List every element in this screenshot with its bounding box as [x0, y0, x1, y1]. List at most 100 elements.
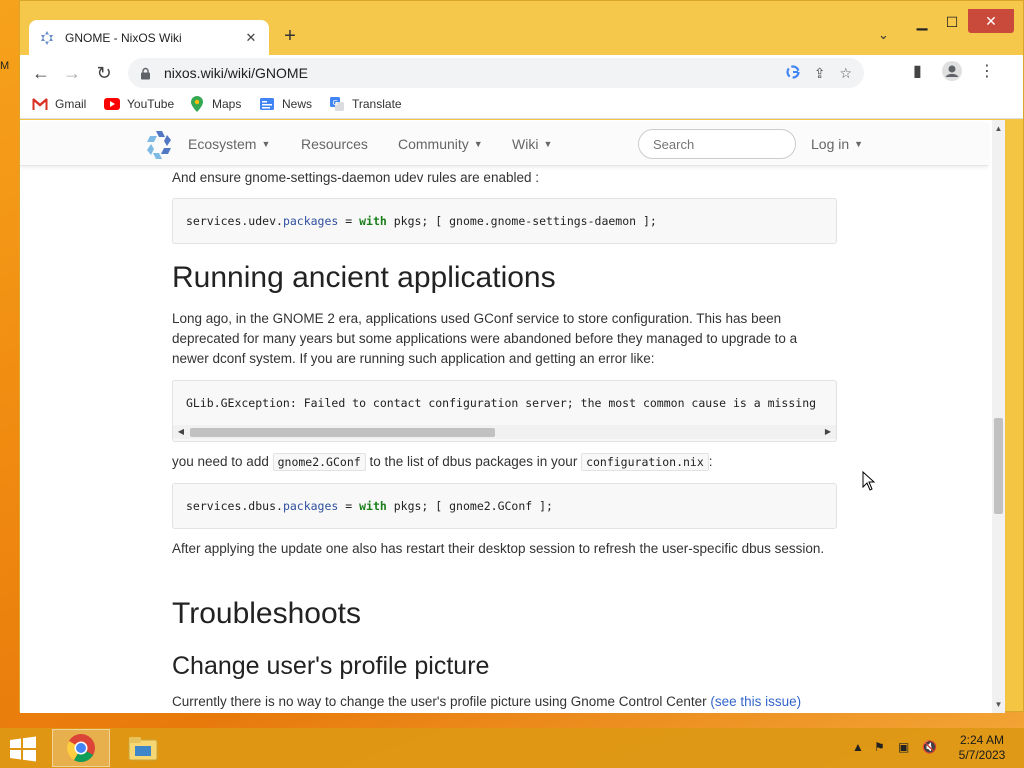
- code-token: =: [338, 214, 360, 228]
- nav-label: Log in: [811, 136, 850, 152]
- tab-close-icon[interactable]: ✕: [243, 30, 259, 46]
- nixos-favicon-icon: [39, 30, 55, 46]
- scroll-up-arrow-icon[interactable]: ▲: [992, 124, 1005, 133]
- code-token-keyword: with: [359, 214, 387, 228]
- nixos-logo-icon[interactable]: [143, 129, 175, 161]
- youtube-icon: [104, 96, 120, 112]
- tab-gnome-nixos-wiki[interactable]: GNOME - NixOS Wiki ✕: [29, 20, 269, 55]
- reload-icon[interactable]: ↻: [91, 61, 117, 87]
- page-scrollbar-thumb[interactable]: [994, 418, 1003, 514]
- bookmark-news[interactable]: News: [259, 96, 312, 112]
- taskbar: ▲ ⚑ ▣ 🔇 2:24 AM 5/7/2023: [0, 728, 1024, 768]
- inline-code-configuration: configuration.nix: [581, 453, 709, 471]
- caret-down-icon: ▼: [473, 139, 483, 149]
- clock-time: 2:24 AM: [959, 733, 1005, 747]
- code-token: services.udev.: [186, 214, 283, 228]
- caret-down-icon: ▼: [261, 139, 271, 149]
- maximize-icon[interactable]: ☐: [940, 11, 964, 33]
- address-bar[interactable]: nixos.wiki/wiki/GNOME ⇪ ☆: [128, 58, 864, 88]
- clock-date: 5/7/2023: [958, 748, 1006, 762]
- network-icon[interactable]: ▣: [898, 740, 909, 754]
- code-token: services.dbus.: [186, 499, 283, 513]
- caret-down-icon: ▼: [543, 139, 553, 149]
- code-token: pkgs; [ gnome2.GConf ];: [386, 499, 553, 513]
- google-news-icon: [259, 96, 275, 112]
- url-text: nixos.wiki/wiki/GNOME: [164, 65, 308, 81]
- desktop-left-edge: M: [0, 0, 19, 728]
- action-center-flag-icon[interactable]: ⚑: [874, 740, 885, 754]
- page-viewport: And ensure gnome-settings-daemon udev ru…: [20, 120, 992, 713]
- paragraph-profile: Currently there is no way to change the …: [172, 692, 832, 712]
- code-horizontal-scrollbar[interactable]: ◀ ▶: [173, 425, 836, 439]
- side-panel-icon[interactable]: ▮: [913, 61, 922, 81]
- code-token-property: packages: [282, 499, 339, 513]
- back-arrow-icon[interactable]: ←: [28, 61, 54, 87]
- scroll-left-arrow-icon[interactable]: ◀: [175, 425, 187, 439]
- code-token: pkgs; [ gnome.gnome-settings-daemon ];: [386, 214, 657, 228]
- window-close-icon[interactable]: ✕: [968, 9, 1014, 33]
- bookmark-label: Maps: [212, 97, 242, 111]
- code-scrollbar-thumb[interactable]: [190, 428, 495, 437]
- bookmark-star-icon[interactable]: ☆: [839, 65, 852, 82]
- system-clock[interactable]: 2:24 AM 5/7/2023: [952, 733, 1012, 763]
- text-span: Currently there is no way to change the …: [172, 694, 711, 709]
- desktop-edge-text: M: [0, 60, 10, 72]
- kebab-menu-icon[interactable]: ⋮: [979, 61, 995, 81]
- scroll-right-arrow-icon[interactable]: ▶: [822, 425, 834, 439]
- code-token-keyword: with: [359, 499, 387, 513]
- heading-change-profile-picture: Change user's profile picture: [172, 652, 490, 680]
- tray-overflow-icon[interactable]: ▲: [852, 740, 864, 754]
- paragraph-need-to-add: you need to add gnome2.GConf to the list…: [172, 452, 832, 472]
- new-tab-icon[interactable]: +: [278, 25, 302, 49]
- maps-pin-icon: [189, 96, 205, 112]
- windows-start-icon[interactable]: [8, 736, 38, 762]
- code-token: =: [338, 499, 360, 513]
- taskbar-file-explorer[interactable]: [114, 729, 172, 767]
- bookmark-maps[interactable]: Maps: [189, 96, 241, 112]
- site-navbar: Ecosystem ▼ Resources Community ▼ Wiki ▼ Lo…: [20, 122, 988, 166]
- heading-running-ancient-applications: Running ancient applications: [172, 261, 556, 294]
- text-span: you need to add: [172, 454, 273, 469]
- tab-title: GNOME - NixOS Wiki: [65, 30, 182, 45]
- see-this-issue-link[interactable]: (see this issue): [710, 694, 801, 709]
- heading-troubleshoots: Troubleshoots: [172, 597, 361, 630]
- lock-icon: [140, 67, 156, 80]
- mouse-cursor-icon: [862, 471, 876, 491]
- profile-avatar-icon[interactable]: [942, 61, 962, 86]
- tab-search-chevron-icon[interactable]: ⌄: [878, 27, 889, 43]
- code-token: GLib.GException: Failed to contact confi…: [186, 396, 817, 410]
- google-lens-icon[interactable]: [786, 64, 800, 82]
- bookmark-label: Gmail: [55, 97, 87, 111]
- taskbar-chrome[interactable]: [52, 729, 110, 767]
- volume-muted-icon[interactable]: 🔇: [922, 740, 937, 754]
- forward-arrow-icon[interactable]: →: [59, 61, 85, 87]
- code-block-dbus: services.dbus.packages = with pkgs; [ gn…: [172, 483, 837, 529]
- nav-ecosystem[interactable]: Ecosystem ▼: [188, 136, 270, 152]
- nav-log-in[interactable]: Log in ▼: [811, 136, 863, 152]
- nav-label: Community: [398, 136, 469, 152]
- gmail-icon: [32, 96, 48, 112]
- bookmark-youtube[interactable]: YouTube: [104, 96, 174, 112]
- caret-down-icon: ▼: [854, 139, 864, 149]
- bookmark-label: News: [282, 97, 313, 111]
- google-translate-icon: G: [329, 96, 345, 112]
- chrome-icon: [67, 734, 95, 762]
- nav-resources[interactable]: Resources: [301, 136, 368, 152]
- scroll-down-arrow-icon[interactable]: ▼: [992, 700, 1005, 709]
- nav-community[interactable]: Community ▼: [398, 136, 483, 152]
- bookmark-gmail[interactable]: Gmail: [32, 96, 86, 112]
- bookmark-label: Translate: [352, 97, 402, 111]
- title-bar: GNOME - NixOS Wiki ✕ + ⌄ ▁ ☐ ✕: [20, 1, 1023, 55]
- minimize-icon[interactable]: ▁: [910, 11, 934, 33]
- bookmark-translate[interactable]: G Translate: [329, 96, 402, 112]
- paragraph-udev: And ensure gnome-settings-daemon udev ru…: [172, 170, 539, 185]
- page-vertical-scrollbar[interactable]: ▲ ▼: [992, 120, 1005, 713]
- text-span: :: [708, 454, 713, 469]
- nav-label: Wiki: [512, 136, 539, 152]
- share-icon[interactable]: ⇪: [814, 65, 826, 82]
- text-span: to the list of dbus packages in your: [365, 454, 582, 469]
- paragraph-after-update: After applying the update one also has r…: [172, 541, 825, 556]
- site-search-input[interactable]: [638, 129, 796, 159]
- nav-wiki[interactable]: Wiki ▼: [512, 136, 552, 152]
- paragraph-ancient: Long ago, in the GNOME 2 era, applicatio…: [172, 311, 798, 366]
